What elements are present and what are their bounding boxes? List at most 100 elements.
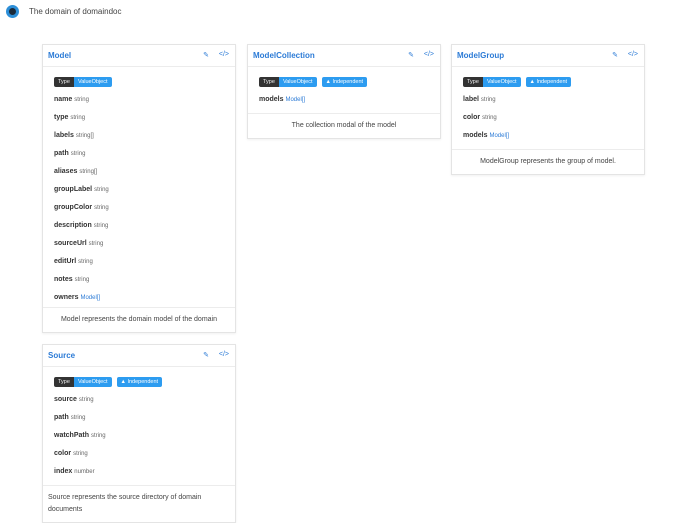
field-name: path xyxy=(54,150,69,157)
field-row: type string xyxy=(54,109,224,127)
edit-icon[interactable]: ✎ xyxy=(612,51,618,59)
model-card-source: Source ✎ </> Type ValueObject ▲ Independen… xyxy=(42,344,236,523)
field-type: string xyxy=(94,187,109,193)
card-body: Type ValueObject ▲ Independent source strin… xyxy=(43,367,235,485)
field-type: string xyxy=(70,415,86,421)
field-name: name xyxy=(54,96,73,103)
card-header: Model ✎ </> xyxy=(43,45,235,67)
card-body: Type ValueObject ▲ Independent label string… xyxy=(452,67,644,149)
code-icon[interactable]: </> xyxy=(219,51,229,58)
field-row: color string xyxy=(54,445,224,463)
field-row: path string xyxy=(54,409,224,427)
field-name: description xyxy=(54,222,92,229)
app-logo-icon[interactable] xyxy=(6,5,19,18)
field-type[interactable]: Model[] xyxy=(80,295,100,301)
card-header: Source ✎ </> xyxy=(43,345,235,367)
independent-badge: ▲ Independent xyxy=(116,377,163,387)
field-name: sourceUrl xyxy=(54,240,87,247)
field-type: string xyxy=(74,277,90,283)
field-name: notes xyxy=(54,276,73,283)
card-title-link[interactable]: Model xyxy=(48,51,71,60)
field-row: editUrl string xyxy=(54,253,224,271)
page-title: The domain of domaindoc xyxy=(29,7,122,16)
card-description: The collection modal of the model xyxy=(248,113,440,138)
field-type: string xyxy=(73,451,88,457)
field-row: groupLabel string xyxy=(54,181,224,199)
field-name: groupColor xyxy=(54,204,93,211)
field-row: label string xyxy=(463,91,633,109)
type-badge-value: ValueObject xyxy=(482,77,521,87)
type-badge-value: ValueObject xyxy=(73,77,112,87)
field-row: sourceUrl string xyxy=(54,235,224,253)
field-name: aliases xyxy=(54,168,78,175)
type-badge-label: Type xyxy=(259,77,279,87)
field-row: index number xyxy=(54,463,224,481)
independent-badge: ▲ Independent xyxy=(525,77,572,87)
edit-icon[interactable]: ✎ xyxy=(203,51,209,59)
code-icon[interactable]: </> xyxy=(424,51,434,58)
independent-badge: ▲ Independent xyxy=(321,77,368,87)
field-name: watchPath xyxy=(54,432,90,439)
field-row: aliases string[] xyxy=(54,163,224,181)
field-row: path string xyxy=(54,145,224,163)
field-row: watchPath string xyxy=(54,427,224,445)
card-title-link[interactable]: ModelGroup xyxy=(457,51,504,60)
type-badge: Type ValueObject xyxy=(463,77,521,87)
field-row: labels string[] xyxy=(54,127,224,145)
field-row: color string xyxy=(463,109,633,127)
field-type: number xyxy=(74,469,95,475)
field-name: color xyxy=(54,450,72,457)
field-name: editUrl xyxy=(54,258,77,265)
model-card-collection: ModelCollection ✎ </> Type ValueObject ▲ I… xyxy=(247,44,441,139)
card-description: Source represents the source directory o… xyxy=(43,485,235,522)
card-description: ModelGroup represents the group of model… xyxy=(452,149,644,174)
type-badge: Type ValueObject xyxy=(54,77,112,87)
field-name: groupLabel xyxy=(54,186,93,193)
field-type[interactable]: Model[] xyxy=(489,133,509,139)
type-badge-label: Type xyxy=(54,77,74,87)
code-icon[interactable]: </> xyxy=(219,351,229,358)
model-card-group: ModelGroup ✎ </> Type ValueObject ▲ Indepe… xyxy=(451,44,645,175)
edit-icon[interactable]: ✎ xyxy=(203,351,209,359)
card-title-link[interactable]: Source xyxy=(48,351,75,360)
field-name: index xyxy=(54,468,73,475)
field-type: string xyxy=(70,115,86,121)
type-badge-value: ValueObject xyxy=(278,77,317,87)
card-header: ModelCollection ✎ </> xyxy=(248,45,440,67)
field-name: source xyxy=(54,396,77,403)
field-name: models xyxy=(463,132,488,139)
card-description: Model represents the domain model of the… xyxy=(43,307,235,332)
field-row: notes string xyxy=(54,271,224,289)
edit-icon[interactable]: ✎ xyxy=(408,51,414,59)
field-type: string xyxy=(78,397,94,403)
type-badge-value: ValueObject xyxy=(73,377,112,387)
card-header: ModelGroup ✎ </> xyxy=(452,45,644,67)
top-bar: The domain of domaindoc xyxy=(0,0,688,26)
field-type: string xyxy=(94,205,109,211)
type-badge-label: Type xyxy=(54,377,74,387)
field-row: groupColor string xyxy=(54,199,224,217)
field-type: string xyxy=(74,97,89,103)
field-type[interactable]: Model[] xyxy=(285,97,305,103)
field-row: models Model[] xyxy=(259,91,429,109)
field-name: label xyxy=(463,96,479,103)
field-row: source string xyxy=(54,391,224,409)
field-type: string xyxy=(90,433,106,439)
type-badge: Type ValueObject xyxy=(54,377,112,387)
field-name: owners xyxy=(54,294,79,301)
card-title-link[interactable]: ModelCollection xyxy=(253,51,315,60)
field-type: string[] xyxy=(75,133,94,139)
field-row: description string xyxy=(54,217,224,235)
field-row: models Model[] xyxy=(463,127,633,145)
type-badge-label: Type xyxy=(463,77,483,87)
field-type: string[] xyxy=(79,169,98,175)
field-name: type xyxy=(54,114,69,121)
field-name: path xyxy=(54,414,69,421)
field-row: owners Model[] xyxy=(54,289,224,307)
code-icon[interactable]: </> xyxy=(628,51,638,58)
card-body: Type ValueObject name string type string lab… xyxy=(43,67,235,311)
field-type: string xyxy=(93,223,109,229)
field-name: labels xyxy=(54,132,74,139)
field-row: name string xyxy=(54,91,224,109)
model-card-model: Model ✎ </> Type ValueObject name string ty… xyxy=(42,44,236,333)
